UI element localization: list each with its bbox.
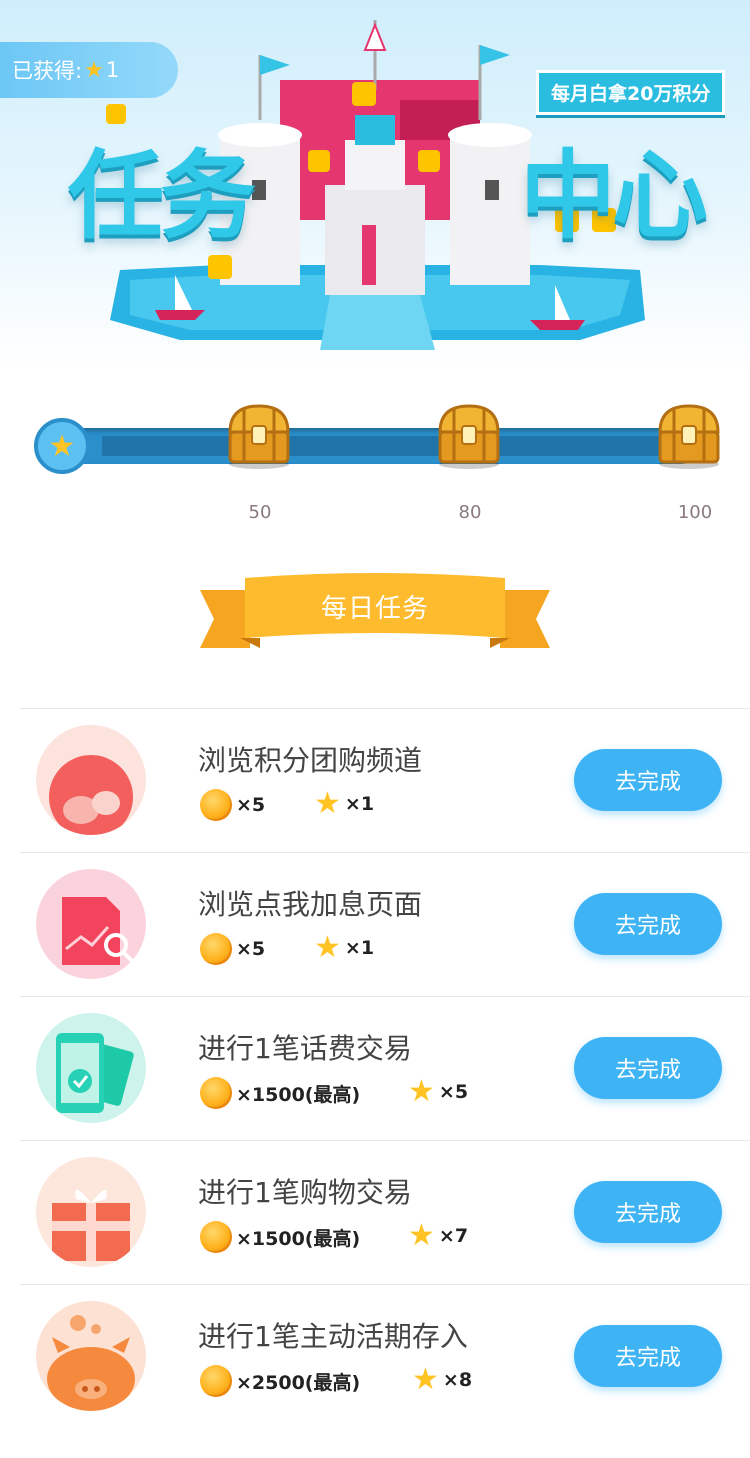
star-reward: ★ ×7 <box>408 1221 468 1251</box>
task-item: 浏览点我加息页面 ×5 ★ ×1 去完成 <box>20 852 750 996</box>
piggy-bank-icon <box>36 1301 146 1411</box>
phone-check-icon <box>36 1013 146 1123</box>
treasure-chest-icon[interactable] <box>652 398 726 472</box>
monthly-promo-tag: 每月白拿20万积分 <box>536 70 726 115</box>
coin-reward: ×5 <box>200 933 265 965</box>
task-title: 进行1笔购物交易 <box>198 1176 412 1209</box>
task-title: 浏览积分团购频道 <box>198 744 423 777</box>
document-chart-icon <box>36 869 146 979</box>
coin-icon <box>200 1221 232 1253</box>
earned-stars-badge: 已获得: ★ 1 <box>0 42 178 98</box>
go-complete-button[interactable]: 去完成 <box>574 749 722 811</box>
star-reward: ★ ×8 <box>412 1365 472 1395</box>
treasure-chest-icon[interactable] <box>432 398 506 472</box>
progress-fill <box>96 436 102 456</box>
hero-banner: 任务 中心 每月白拿20万积分 已获得: ★ 1 <box>0 0 750 370</box>
star-icon: ★ <box>412 1362 439 1397</box>
milestone-label: 80 <box>458 502 482 523</box>
star-reward: ★ ×5 <box>408 1077 468 1107</box>
hero-title-right: 中心 <box>520 140 708 252</box>
coin-icon <box>200 789 232 821</box>
star-reward: ★ ×1 <box>314 789 374 819</box>
milestone-label: 100 <box>677 502 713 523</box>
task-title: 进行1笔话费交易 <box>198 1032 412 1065</box>
star-icon: ★ <box>408 1074 435 1109</box>
task-item: 进行1笔主动活期存入 ×2500(最高) ★ ×8 去完成 <box>20 1284 750 1428</box>
star-icon: ★ <box>314 786 341 821</box>
coin-icon <box>200 1365 232 1397</box>
milestone-label: 50 <box>248 502 272 523</box>
progress-start-star-icon: ★ <box>34 418 90 474</box>
go-complete-button[interactable]: 去完成 <box>574 1181 722 1243</box>
section-title: 每日任务 <box>320 594 429 624</box>
coin-reward: ×1500(最高) <box>200 1077 360 1109</box>
progress-inner-track <box>96 436 686 456</box>
coin-reward: ×5 <box>200 789 265 821</box>
star-amount: ×7 <box>438 1225 469 1247</box>
go-complete-button[interactable]: 去完成 <box>574 893 722 955</box>
coin-amount: ×2500(最高) <box>236 1371 361 1394</box>
star-reward: ★ ×1 <box>314 933 374 963</box>
task-title: 进行1笔主动活期存入 <box>198 1320 468 1353</box>
hero-title-left: 任务 <box>68 140 256 252</box>
coin-amount: ×5 <box>236 794 266 816</box>
star-amount: ×8 <box>442 1369 473 1391</box>
coin-amount: ×5 <box>236 938 266 960</box>
go-complete-button[interactable]: 去完成 <box>574 1325 722 1387</box>
coin-amount: ×1500(最高) <box>236 1227 361 1250</box>
task-item: 进行1笔话费交易 ×1500(最高) ★ ×5 去完成 <box>20 996 750 1140</box>
shopping-icon <box>36 725 146 835</box>
coin-icon <box>200 1077 232 1109</box>
star-icon: ★ <box>314 930 341 965</box>
coin-reward: ×2500(最高) <box>200 1365 360 1397</box>
coin-reward: ×1500(最高) <box>200 1221 360 1253</box>
treasure-chest-icon[interactable] <box>222 398 296 472</box>
gift-icon <box>36 1157 146 1267</box>
star-icon: ★ <box>84 57 104 83</box>
earned-label: 已获得: <box>12 59 83 83</box>
go-complete-button[interactable]: 去完成 <box>574 1037 722 1099</box>
star-amount: ×5 <box>438 1081 469 1103</box>
task-list: 浏览积分团购频道 ×5 ★ ×1 去完成 浏览点我加息页面 ×5 ★ ×1 去完… <box>20 708 750 1428</box>
star-amount: ×1 <box>344 793 375 815</box>
task-item: 浏览积分团购频道 ×5 ★ ×1 去完成 <box>20 708 750 852</box>
task-item: 进行1笔购物交易 ×1500(最高) ★ ×7 去完成 <box>20 1140 750 1284</box>
coin-icon <box>200 933 232 965</box>
task-title: 浏览点我加息页面 <box>198 888 423 921</box>
star-amount: ×1 <box>344 937 375 959</box>
earned-count: 1 <box>105 58 120 82</box>
coin-amount: ×1500(最高) <box>236 1083 361 1106</box>
star-icon: ★ <box>408 1218 435 1253</box>
